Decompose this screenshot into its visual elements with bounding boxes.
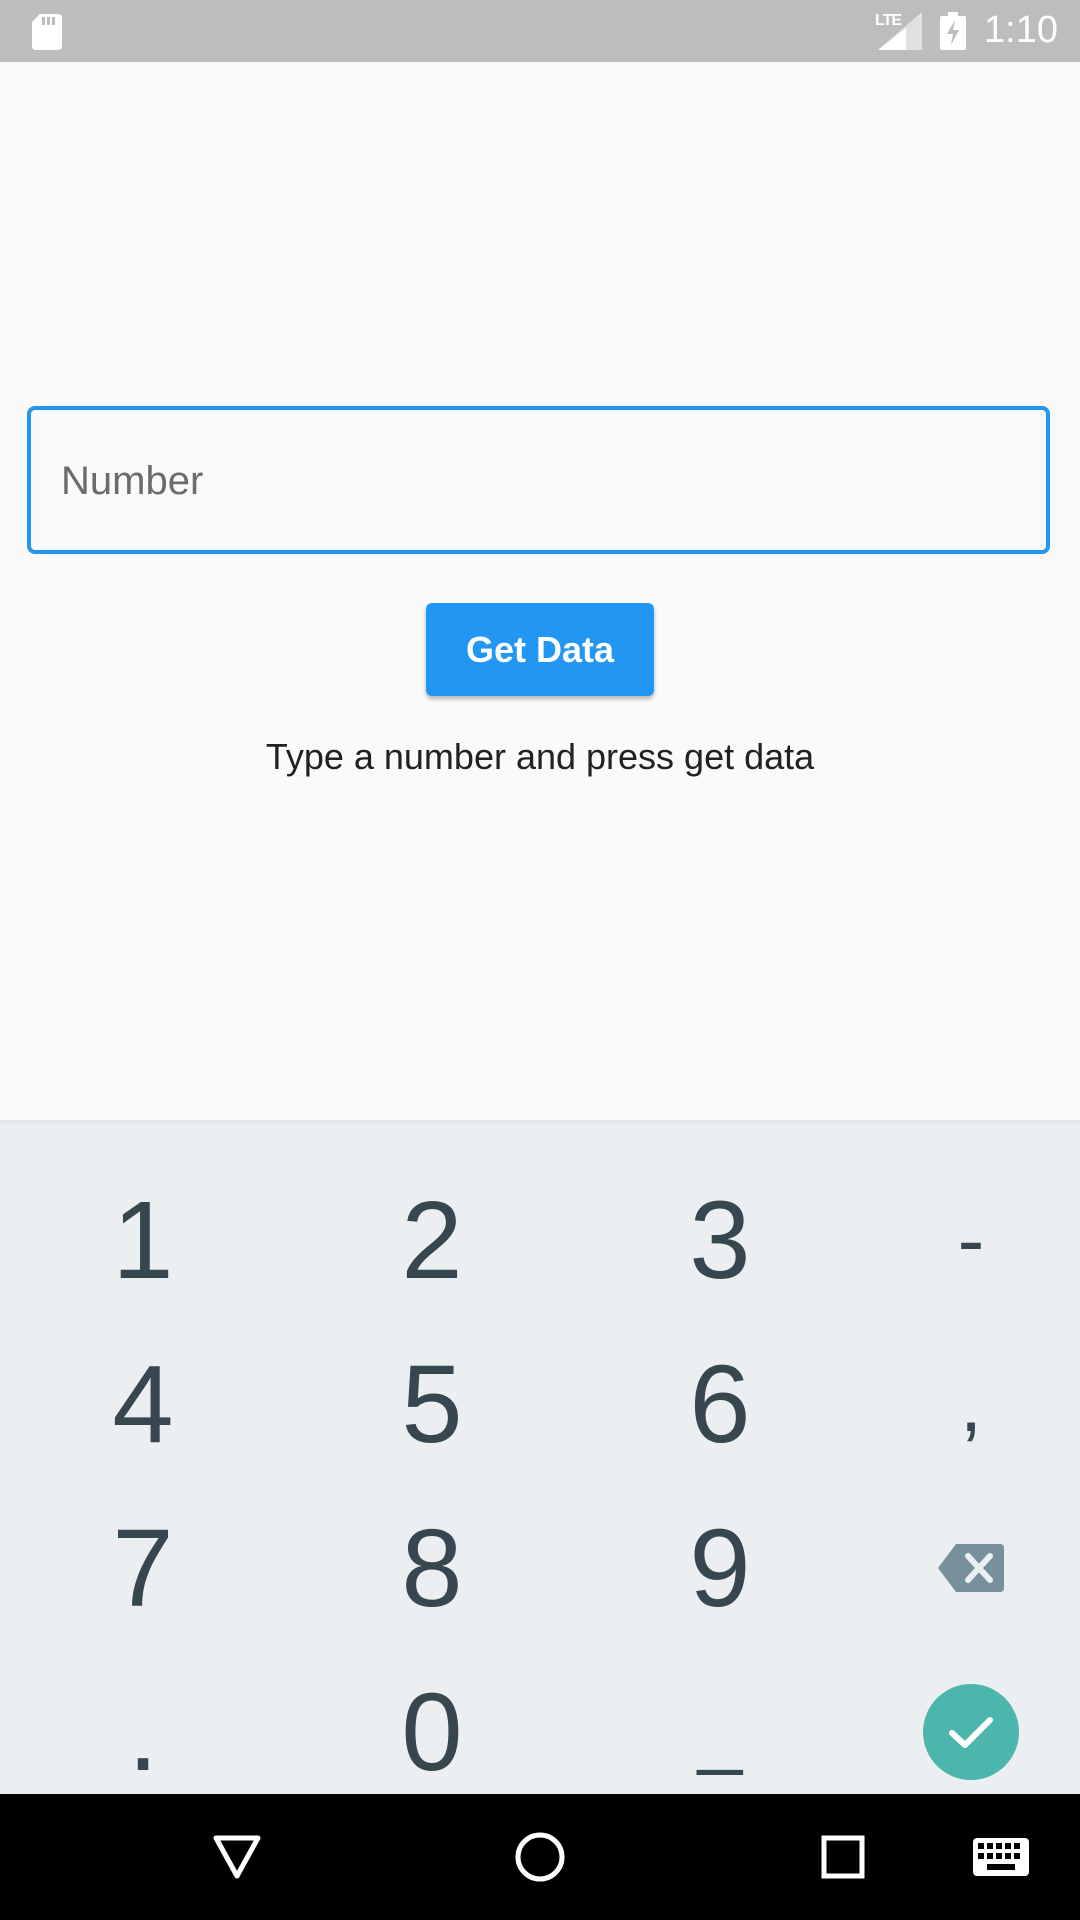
battery-charging-icon <box>940 12 966 50</box>
key-8[interactable]: 8 <box>297 1486 567 1650</box>
key-space[interactable]: _ <box>585 1650 855 1814</box>
done-button[interactable] <box>923 1684 1019 1780</box>
key-1[interactable]: 1 <box>8 1158 278 1322</box>
recents-button[interactable] <box>808 1822 878 1892</box>
keyboard-icon <box>973 1838 1029 1876</box>
key-3[interactable]: 3 <box>585 1158 855 1322</box>
key-9[interactable]: 9 <box>585 1486 855 1650</box>
home-icon <box>515 1832 565 1882</box>
key-2[interactable]: 2 <box>297 1158 567 1322</box>
key-6[interactable]: 6 <box>585 1322 855 1486</box>
hint-text: Type a number and press get data <box>265 736 815 777</box>
done-check-icon <box>949 1717 993 1748</box>
key-period[interactable]: . <box>8 1650 278 1814</box>
key-minus[interactable]: - <box>836 1158 1080 1322</box>
number-input[interactable] <box>59 410 1023 552</box>
get-data-button[interactable]: Get Data <box>426 603 654 696</box>
home-button[interactable] <box>505 1822 575 1892</box>
done-key[interactable] <box>836 1650 1080 1814</box>
number-field[interactable] <box>27 406 1050 554</box>
sd-card-icon <box>32 14 62 50</box>
signal-icon <box>878 12 922 50</box>
backspace-key[interactable] <box>836 1486 1080 1650</box>
numeric-keyboard: 1 2 3 - 4 5 6 , 7 8 9 . 0 _ <box>0 1120 1080 1794</box>
key-4[interactable]: 4 <box>8 1322 278 1486</box>
key-5[interactable]: 5 <box>297 1322 567 1486</box>
back-button[interactable] <box>202 1822 272 1892</box>
navigation-bar <box>0 1794 1080 1920</box>
clock-time: 1:10 <box>984 9 1058 51</box>
backspace-icon <box>938 1544 1004 1592</box>
key-comma[interactable]: , <box>836 1322 1080 1486</box>
status-bar: LTE 1:10 <box>0 0 1080 62</box>
recents-icon <box>821 1835 865 1879</box>
key-7[interactable]: 7 <box>8 1486 278 1650</box>
key-0[interactable]: 0 <box>297 1650 567 1814</box>
keyboard-switch-button[interactable] <box>966 1822 1036 1892</box>
back-icon <box>213 1835 261 1879</box>
